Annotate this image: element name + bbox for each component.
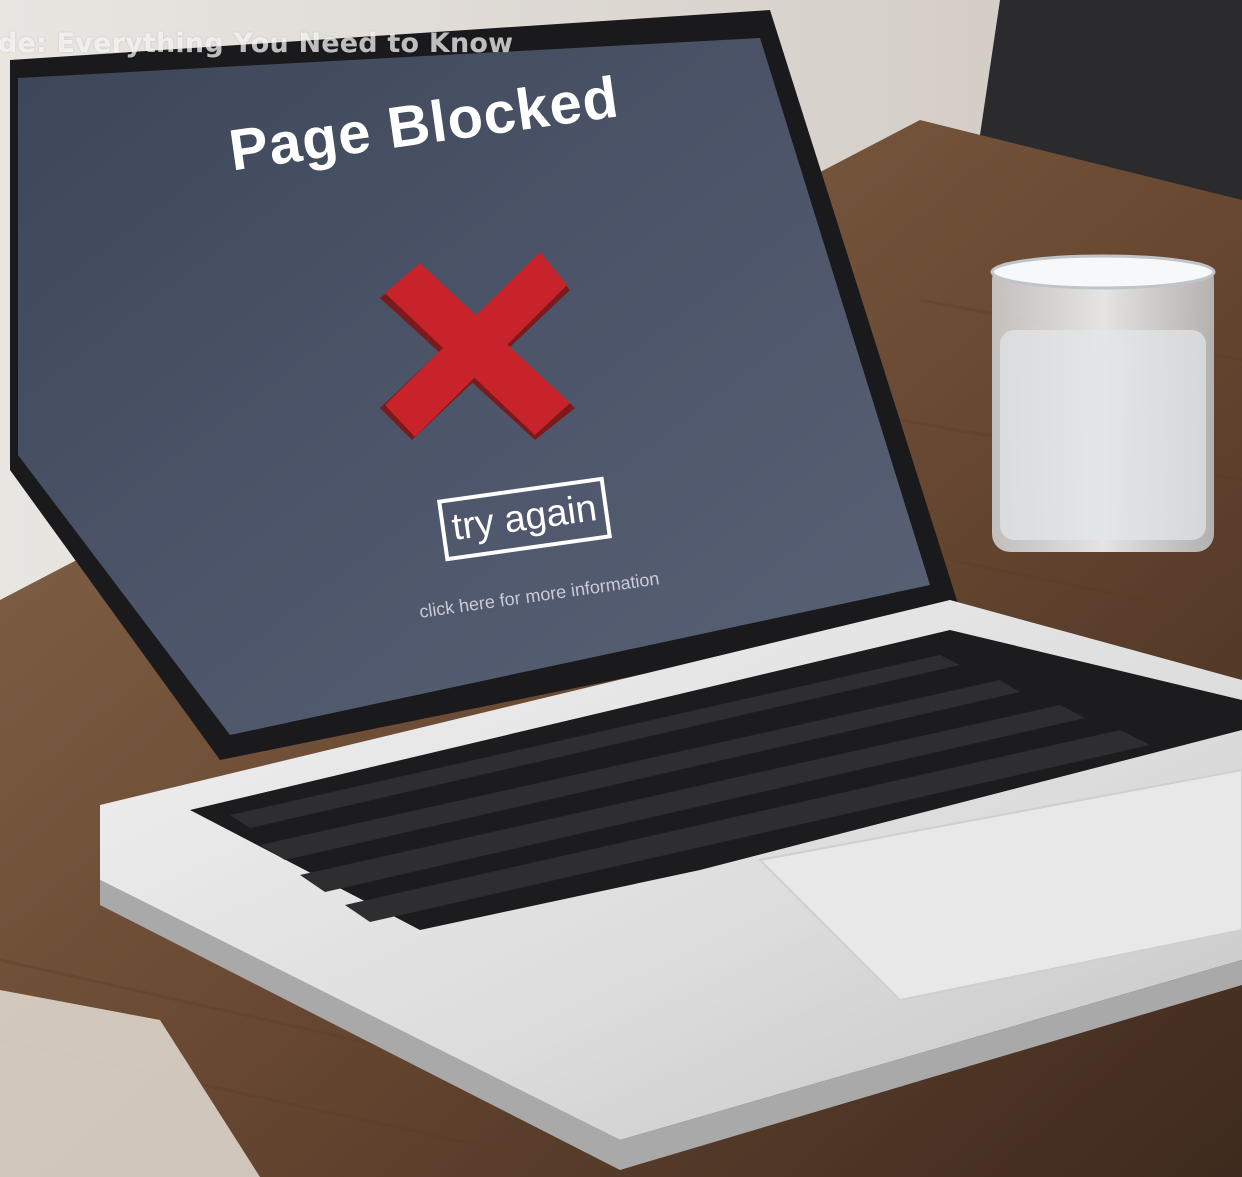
water-glass (990, 254, 1216, 552)
photo-scene: Page Blocked try again click here for mo… (0, 0, 1242, 1177)
article-title-caption: de: Everything You Need to Know (0, 28, 514, 59)
